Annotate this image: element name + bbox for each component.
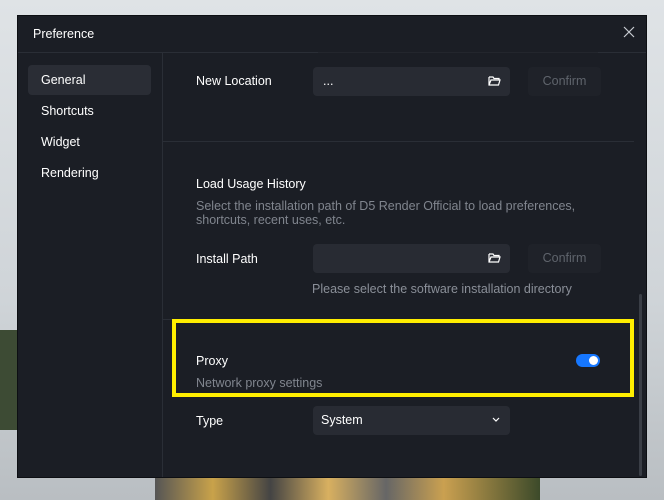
toggle-knob — [589, 356, 598, 365]
type-label: Type — [196, 414, 224, 428]
load-usage-history-description-2: shortcuts, recent uses, etc. — [196, 213, 346, 227]
install-path-confirm-button[interactable]: Confirm — [528, 244, 601, 273]
dialog-title: Preference — [33, 27, 95, 41]
proxy-description: Network proxy settings — [196, 376, 323, 390]
new-location-confirm-button[interactable]: Confirm — [528, 67, 601, 96]
type-value: System — [321, 413, 363, 427]
load-usage-history-title: Load Usage History — [196, 177, 306, 191]
new-location-label: New Location — [196, 74, 272, 88]
scrollbar[interactable] — [639, 294, 642, 476]
install-path-input[interactable] — [313, 244, 510, 273]
install-path-helper: Please select the software installation … — [312, 282, 572, 296]
background-foliage — [0, 330, 17, 430]
background-scene — [155, 478, 540, 500]
close-icon[interactable] — [622, 25, 636, 39]
new-location-value: ... — [323, 74, 334, 88]
sidebar-item-rendering[interactable]: Rendering — [28, 158, 151, 188]
load-usage-history-description: Select the installation path of D5 Rende… — [196, 199, 576, 213]
new-location-input[interactable]: ... — [313, 67, 510, 96]
proxy-toggle[interactable] — [576, 354, 600, 367]
type-select[interactable]: System — [313, 406, 510, 435]
sidebar: General Shortcuts Widget Rendering — [18, 53, 163, 477]
divider — [318, 52, 598, 53]
sidebar-item-general[interactable]: General — [28, 65, 151, 95]
sidebar-item-shortcuts[interactable]: Shortcuts — [28, 96, 151, 126]
sidebar-item-widget[interactable]: Widget — [28, 127, 151, 157]
chevron-down-icon — [492, 417, 500, 422]
proxy-label: Proxy — [196, 354, 228, 368]
dialog-header: Preference — [18, 16, 646, 53]
folder-icon[interactable] — [488, 75, 501, 87]
folder-icon[interactable] — [488, 252, 501, 264]
section-divider — [162, 141, 634, 142]
install-path-label: Install Path — [196, 252, 258, 266]
preference-dialog: Preference General Shortcuts Widget Rend… — [17, 15, 647, 478]
